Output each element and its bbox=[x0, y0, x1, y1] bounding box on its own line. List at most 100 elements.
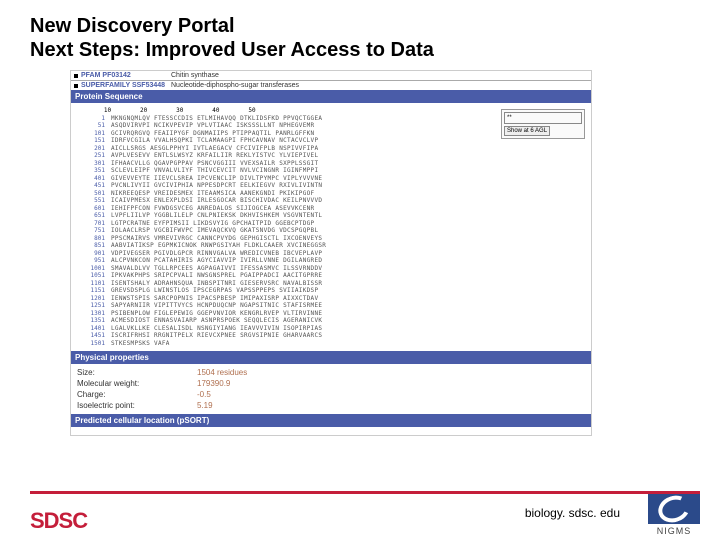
sequence-line: 901VDPIVEGSER PGIVDLGPCR RINNVGALVA WRED… bbox=[75, 250, 587, 258]
seq-position: 301 bbox=[75, 160, 111, 168]
header-row-pfam: PFAM PF03142 Chitin synthase bbox=[71, 71, 591, 81]
sequence-line: 251AVPLVESEVV ENTLSLWSYZ KRFAILIIR REKLY… bbox=[75, 152, 587, 160]
seq-position: 1301 bbox=[75, 310, 111, 318]
sequence-line: 351SCLEVLEIPF VNVALVLIYF THIVCEVCIT NVLV… bbox=[75, 167, 587, 175]
seq-text: IOLAACLRSP VGCBIFWVPC IMEVAQCKVQ GKATSNV… bbox=[111, 227, 318, 235]
seq-text: IFHAACVLLG QGAVPGPPAV PSNCVGGIII VVEXSAI… bbox=[111, 160, 318, 168]
header-row-superfamily: SUPERFAMILY SSF53448 Nucleotide-diphosph… bbox=[71, 81, 591, 90]
seq-text: ALCPVNKCON PCATAHIRIS AGYCIAVVIP IVIRLLV… bbox=[111, 257, 322, 265]
seq-text: STKESMPSKS VAFA bbox=[111, 340, 170, 348]
sequence-line: 1101ISENTSHALY ADRAHNSQUA INBSPITNRI GIE… bbox=[75, 280, 587, 288]
seq-text: PPSCMAIRVS VMREVIVRGC CANNCPVYDG GEPHGIS… bbox=[111, 235, 322, 243]
seq-position: 1001 bbox=[75, 265, 111, 273]
sequence-lines: 1MKNGNQMLQV FTESSCCDIS ETLMIHAVQQ DTKLID… bbox=[75, 115, 587, 348]
bullet-icon bbox=[74, 74, 78, 78]
sequence-line: 1051IPKVAKPHPS SRIPCPVALI NWSGNSPREL PGA… bbox=[75, 272, 587, 280]
sequence-line: 1201IENWSTSPIS SARCPOPNIS IPACSPBESP IMI… bbox=[75, 295, 587, 303]
seq-position: 101 bbox=[75, 130, 111, 138]
seq-text: LVPFLIILVP YGGBLILELP CNLPNIEKSK DKHVISH… bbox=[111, 212, 322, 220]
seq-position: 551 bbox=[75, 197, 111, 205]
width-select[interactable]: ** bbox=[504, 112, 582, 124]
seq-text: LGALVKLLKE CLESALISDL NSNGIYIANG IEAVVVI… bbox=[111, 325, 322, 333]
property-value: 1504 residues bbox=[197, 368, 247, 377]
sequence-line: 1451ISCRIFRHSI RRGNITPELX RIEVCXPNEE SRG… bbox=[75, 332, 587, 340]
pfam-id: PF03142 bbox=[102, 72, 130, 79]
seq-text: ISCRIFRHSI RRGNITPELX RIEVCXPNEE SRGVSIP… bbox=[111, 332, 322, 340]
sequence-line: 1501STKESMPSKS VAFA bbox=[75, 340, 587, 348]
title-line-2: Next Steps: Improved User Access to Data bbox=[30, 39, 434, 61]
section-protein-sequence: Protein Sequence bbox=[71, 90, 591, 103]
slide-title: New Discovery Portal Next Steps: Improve… bbox=[30, 14, 700, 62]
seq-text: AICLLSRGS AESGLPPHYI IVTLAEGACV CFCIVIFP… bbox=[111, 145, 318, 153]
pfam-label: PFAM bbox=[81, 72, 100, 79]
seq-position: 1051 bbox=[75, 272, 111, 280]
footer-url: biology. sdsc. edu bbox=[525, 506, 620, 520]
seq-position: 251 bbox=[75, 152, 111, 160]
seq-text: PSIBENPLOW FIGLEPEWIG GGEPVNVIOR KENGRLR… bbox=[111, 310, 322, 318]
property-label: Isoelectric point: bbox=[77, 401, 197, 410]
seq-text: SAPYARNIIR VIPITTVYCS HCNPDUQCNP NGAPSIT… bbox=[111, 302, 322, 310]
seq-text: IENWSTSPIS SARCPOPNIS IPACSPBESP IMIPAXI… bbox=[111, 295, 318, 303]
seq-position: 451 bbox=[75, 182, 111, 190]
sequence-area: ** Show at 6 AGL 10 20 30 40 50 1MKNGNQM… bbox=[71, 103, 591, 351]
property-row: Charge:-0.5 bbox=[77, 389, 585, 400]
seq-position: 601 bbox=[75, 205, 111, 213]
seq-position: 151 bbox=[75, 137, 111, 145]
section-physical-properties: Physical properties bbox=[71, 351, 591, 364]
divider-line bbox=[30, 491, 700, 494]
sequence-line: 1001SMAVALDLVV TGLLRPCEES AGPAGAIVVI IFE… bbox=[75, 265, 587, 273]
seq-text: AABVIATIKSP EGPMKICNOK RNWPGSIYAH FLDKLC… bbox=[111, 242, 326, 250]
seq-text: GCIVRQRGVQ FEAIIPYGF DGNMAIIPS PTIPPAQTI… bbox=[111, 130, 314, 138]
seq-position: 1251 bbox=[75, 302, 111, 310]
sequence-line: 401GIVEVVEYTE IIEVCLSREA IPCVENCLIP DIVL… bbox=[75, 175, 587, 183]
seq-position: 801 bbox=[75, 235, 111, 243]
seq-text: PVCNLIVYII GVCIVIPHIA NPPESDPCRT EELKIEG… bbox=[111, 182, 322, 190]
property-label: Molecular weight: bbox=[77, 379, 197, 388]
sequence-line: 1401LGALVKLLKE CLESALISDL NSNGIYIANG IEA… bbox=[75, 325, 587, 333]
bullet-icon bbox=[74, 84, 78, 88]
sequence-line: 451PVCNLIVYII GVCIVIPHIA NPPESDPCRT EELK… bbox=[75, 182, 587, 190]
seq-position: 951 bbox=[75, 257, 111, 265]
seq-text: SCLEVLEIPF VNVALVLIYF THIVCEVCIT NVLVCIN… bbox=[111, 167, 318, 175]
sequence-line: 1251SAPYARNIIR VIPITTVYCS HCNPDUQCNP NGA… bbox=[75, 302, 587, 310]
seq-text: IEHIFPFCON FVWDGSVCEG ANREDALOS SIJIOGCE… bbox=[111, 205, 314, 213]
sequence-line: 201AICLLSRGS AESGLPPHYI IVTLAEGACV CFCIV… bbox=[75, 145, 587, 153]
property-label: Charge: bbox=[77, 390, 197, 399]
sf-desc: Nucleotide-diphospho-sugar transferases bbox=[171, 82, 299, 89]
seq-position: 751 bbox=[75, 227, 111, 235]
seq-text: NIKREEQESP VREIDESMEX ITEAAMSICA AANEKGN… bbox=[111, 190, 314, 198]
nigms-logo: NIGMS bbox=[648, 494, 700, 536]
property-row: Molecular weight:179390.9 bbox=[77, 378, 585, 389]
seq-text: ISENTSHALY ADRAHNSQUA INBSPITNRI GIESERV… bbox=[111, 280, 322, 288]
seq-position: 651 bbox=[75, 212, 111, 220]
seq-text: IDRFVCGILA VVALHSQPKI TCLAMAAGPI FPHCAVN… bbox=[111, 137, 318, 145]
seq-text: GREVSDSPLG LWINSTLOS IPSCEGRPAS VAPSSPPE… bbox=[111, 287, 318, 295]
sequence-line: 301IFHAACVLLG QGAVPGPPAV PSNCVGGIII VVEX… bbox=[75, 160, 587, 168]
seq-text: ICAIVPMESX ENLEXPLDSI IRLESGOCAR BISCHIV… bbox=[111, 197, 322, 205]
title-line-1: New Discovery Portal bbox=[30, 15, 235, 37]
seq-position: 1201 bbox=[75, 295, 111, 303]
sequence-line: 701LGTPCRATNE EYFPIMSII LIKDSVYIG GPCHAI… bbox=[75, 220, 587, 228]
sequence-line: 1351ACMESDIOST ENNASVAIARP ASNPRSPOEK SE… bbox=[75, 317, 587, 325]
seq-position: 351 bbox=[75, 167, 111, 175]
seq-text: LGTPCRATNE EYFPIMSII LIKDSVYIG GPCHAITPI… bbox=[111, 220, 314, 228]
seq-position: 201 bbox=[75, 145, 111, 153]
sdsc-logo: SDSC bbox=[30, 508, 87, 534]
properties-list: Size:1504 residuesMolecular weight:17939… bbox=[71, 364, 591, 414]
nigms-label: NIGMS bbox=[648, 526, 700, 536]
property-row: Isoelectric point:5.19 bbox=[77, 400, 585, 411]
seq-text: SMAVALDLVV TGLLRPCEES AGPAGAIVVI IFESSAS… bbox=[111, 265, 322, 273]
seq-position: 701 bbox=[75, 220, 111, 228]
property-label: Size: bbox=[77, 368, 197, 377]
sequence-line: 951ALCPVNKCON PCATAHIRIS AGYCIAVVIP IVIR… bbox=[75, 257, 587, 265]
section-predicted-location: Predicted cellular location (pSORT) bbox=[71, 414, 591, 427]
sequence-line: 1301PSIBENPLOW FIGLEPEWIG GGEPVNVIOR KEN… bbox=[75, 310, 587, 318]
show-button[interactable]: Show at 6 AGL bbox=[504, 126, 550, 136]
seq-text: ACMESDIOST ENNASVAIARP ASNPRSPOEK SEQQLE… bbox=[111, 317, 322, 325]
seq-position: 1451 bbox=[75, 332, 111, 340]
pfam-desc: Chitin synthase bbox=[171, 72, 219, 79]
property-row: Size:1504 residues bbox=[77, 367, 585, 378]
seq-position: 851 bbox=[75, 242, 111, 250]
seq-position: 1401 bbox=[75, 325, 111, 333]
display-options: ** Show at 6 AGL bbox=[501, 109, 585, 139]
